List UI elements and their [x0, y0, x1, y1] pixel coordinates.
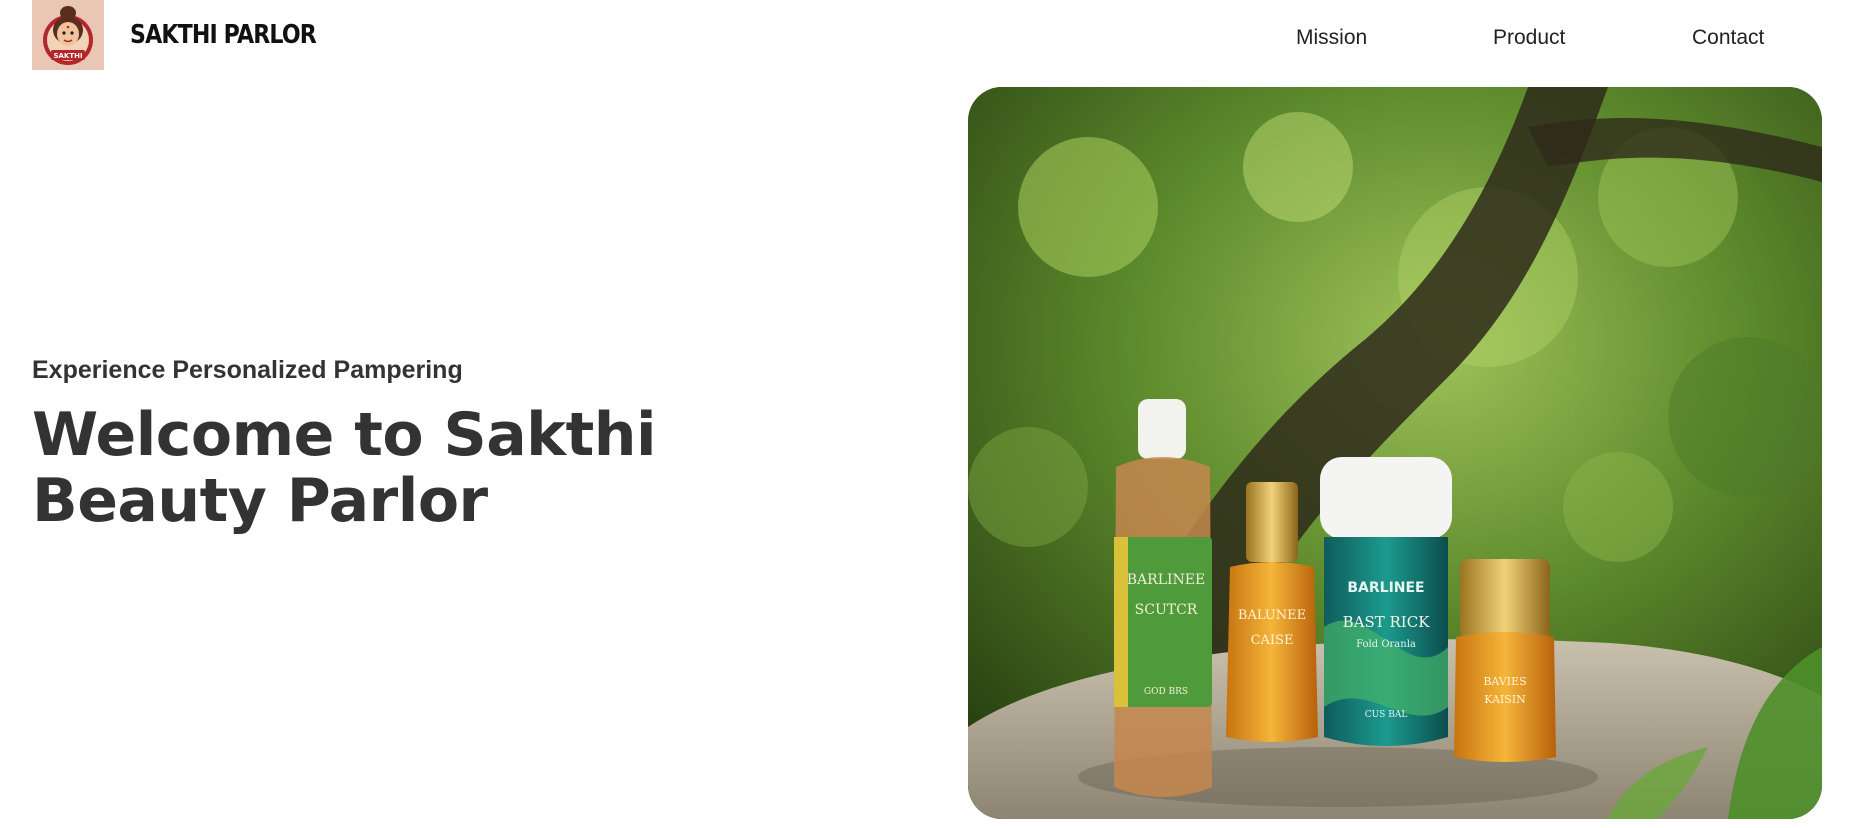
hero-image: BARLINEE SCUTCR GOD BRS BALUNEE CAISE BA… — [968, 87, 1822, 819]
hero-headline: Welcome to Sakthi Beauty Parlor — [32, 400, 657, 536]
site-header: SAKTHI SAKTHI PARLOR Mission Product Con… — [0, 0, 1866, 80]
svg-text:BALUNEE: BALUNEE — [1238, 608, 1306, 623]
nav-mission[interactable]: Mission — [1296, 26, 1367, 50]
svg-text:BAST RICK: BAST RICK — [1343, 613, 1431, 631]
logo[interactable]: SAKTHI — [32, 0, 104, 70]
hero-tagline: Experience Personalized Pampering — [32, 356, 463, 384]
svg-text:CAISE: CAISE — [1251, 633, 1294, 648]
logo-icon: SAKTHI — [32, 0, 104, 70]
nav-contact[interactable]: Contact — [1692, 26, 1764, 50]
svg-text:BARLINEE: BARLINEE — [1127, 572, 1205, 588]
brand-name[interactable]: SAKTHI PARLOR — [130, 20, 317, 50]
svg-text:BAVIES: BAVIES — [1483, 675, 1526, 688]
svg-text:SAKTHI: SAKTHI — [53, 52, 82, 60]
svg-text:SCUTCR: SCUTCR — [1135, 602, 1198, 618]
nav-product[interactable]: Product — [1493, 26, 1565, 50]
svg-text:CUS BAL: CUS BAL — [1365, 710, 1408, 720]
svg-text:KAISIN: KAISIN — [1484, 693, 1526, 706]
product-photo-icon: BARLINEE SCUTCR GOD BRS BALUNEE CAISE BA… — [968, 87, 1822, 819]
svg-text:Fold Oranla: Fold Oranla — [1356, 639, 1416, 650]
svg-text:GOD BRS: GOD BRS — [1144, 687, 1188, 697]
svg-text:BARLINEE: BARLINEE — [1347, 580, 1424, 596]
